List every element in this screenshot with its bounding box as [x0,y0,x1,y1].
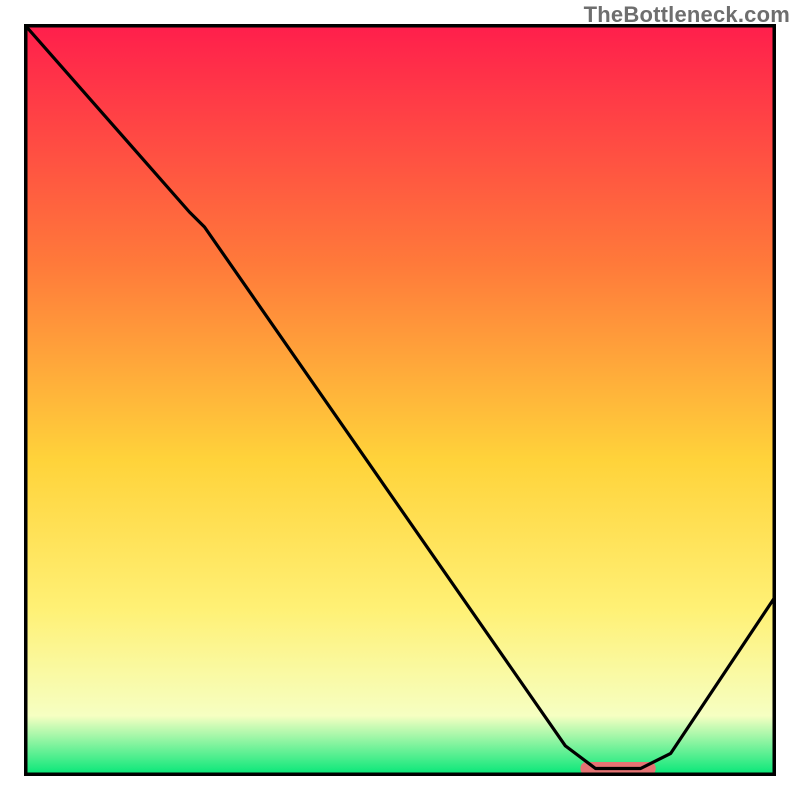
chart-svg [24,24,776,776]
chart-frame: TheBottleneck.com [0,0,800,800]
gradient-background [24,24,776,776]
watermark-text: TheBottleneck.com [584,2,790,28]
